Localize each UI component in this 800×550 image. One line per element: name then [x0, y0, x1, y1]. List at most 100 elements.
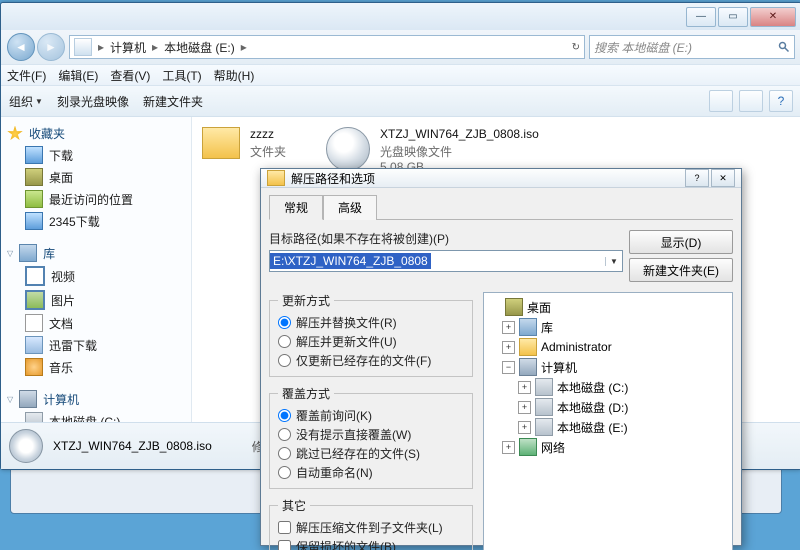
- radio-ask[interactable]: 覆盖前询问(K): [278, 406, 464, 425]
- chevron-down-icon[interactable]: ▼: [605, 257, 622, 266]
- tree-admin[interactable]: +Administrator: [488, 337, 728, 357]
- check-subfolder[interactable]: 解压压缩文件到子文件夹(L): [278, 518, 464, 537]
- search-input[interactable]: 搜索 本地磁盘 (E:): [589, 35, 795, 59]
- sidebar-item-desktop[interactable]: 桌面: [3, 166, 189, 188]
- path-input[interactable]: E:\XTZJ_WIN764_ZJB_0808 ▼: [269, 250, 623, 272]
- tab-advanced[interactable]: 高级: [323, 195, 377, 220]
- list-item[interactable]: zzzz 文件夹: [202, 127, 286, 160]
- computer-icon: [519, 358, 537, 376]
- tree-desktop[interactable]: 桌面: [488, 297, 728, 317]
- sidebar-item-music[interactable]: 音乐: [3, 356, 189, 378]
- tabs: 常规 高级: [269, 194, 733, 220]
- video-icon: [25, 266, 45, 286]
- path-label: 目标路径(如果不存在将被创建)(P): [269, 230, 623, 247]
- dialog-close-button[interactable]: ✕: [711, 169, 735, 187]
- radio-overwrite[interactable]: 没有提示直接覆盖(W): [278, 425, 464, 444]
- collapse-icon[interactable]: −: [502, 361, 515, 374]
- star-icon: [7, 126, 23, 142]
- crumb-computer[interactable]: 计算机: [110, 39, 146, 56]
- view-options-button[interactable]: [709, 90, 733, 112]
- menu-help[interactable]: 帮助(H): [214, 67, 255, 84]
- desktop-icon: [505, 298, 523, 316]
- sidebar-item-recent[interactable]: 最近访问的位置: [3, 188, 189, 210]
- display-button[interactable]: 显示(D): [629, 230, 733, 254]
- expand-icon[interactable]: +: [518, 421, 531, 434]
- help-icon[interactable]: ?: [769, 90, 793, 112]
- folder-icon: [202, 127, 240, 159]
- sidebar-item-2345[interactable]: 2345下载: [3, 210, 189, 232]
- drive-icon: [25, 412, 43, 422]
- organize-button[interactable]: 组织▼: [9, 93, 43, 110]
- library-icon: [19, 244, 37, 262]
- tree-network[interactable]: +网络: [488, 437, 728, 457]
- drive-icon: [535, 418, 553, 436]
- sidebar-item-thunder[interactable]: 迅雷下载: [3, 334, 189, 356]
- sidebar-item-video[interactable]: 视频: [3, 264, 189, 288]
- radio-rename[interactable]: 自动重命名(N): [278, 463, 464, 482]
- toolbar: 组织▼ 刻录光盘映像 新建文件夹 ?: [1, 86, 800, 116]
- tree-drive-c[interactable]: +本地磁盘 (C:): [488, 377, 728, 397]
- sidebar-item-documents[interactable]: 文档: [3, 312, 189, 334]
- menu-edit[interactable]: 编辑(E): [58, 67, 98, 84]
- window-titlebar: — ▭ ✕: [1, 3, 800, 30]
- menu-view[interactable]: 查看(V): [110, 67, 150, 84]
- expand-icon[interactable]: +: [502, 321, 515, 334]
- update-mode-group: 更新方式 解压并替换文件(R) 解压并更新文件(U) 仅更新已经存在的文件(F): [269, 292, 473, 377]
- sidebar-libraries[interactable]: ▽库: [3, 242, 189, 264]
- extract-dialog: 解压路径和选项 ? ✕ 常规 高级 目标路径(如果不存在将被创建)(P) E:\…: [260, 168, 742, 546]
- nav-forward-button[interactable]: ►: [37, 33, 65, 61]
- burn-button[interactable]: 刻录光盘映像: [57, 93, 129, 110]
- preview-pane-button[interactable]: [739, 90, 763, 112]
- menubar: 文件(F) 编辑(E) 查看(V) 工具(T) 帮助(H): [1, 64, 800, 86]
- tree-lib[interactable]: +库: [488, 317, 728, 337]
- disc-icon: [326, 127, 370, 171]
- newfolder-button[interactable]: 新建文件夹(E): [629, 258, 733, 282]
- tree-drive-d[interactable]: +本地磁盘 (D:): [488, 397, 728, 417]
- sidebar-item-downloads[interactable]: 下载: [3, 144, 189, 166]
- close-button[interactable]: ✕: [750, 7, 796, 27]
- sidebar-computer[interactable]: ▽计算机: [3, 388, 189, 410]
- radio-extract-replace[interactable]: 解压并替换文件(R): [278, 313, 464, 332]
- recent-icon: [25, 190, 43, 208]
- library-icon: [519, 318, 537, 336]
- user-icon: [519, 338, 537, 356]
- radio-freshen[interactable]: 仅更新已经存在的文件(F): [278, 351, 464, 370]
- newfolder-button[interactable]: 新建文件夹: [143, 93, 203, 110]
- expand-icon[interactable]: +: [518, 401, 531, 414]
- status-filename: XTZJ_WIN764_ZJB_0808.iso: [53, 439, 212, 453]
- folder-tree[interactable]: 桌面 +库 +Administrator −计算机 +本地磁盘 (C:) +本地…: [483, 292, 733, 550]
- thunder-icon: [25, 336, 43, 354]
- list-item[interactable]: XTZJ_WIN764_ZJB_0808.iso 光盘映像文件 5.08 GB: [326, 127, 539, 174]
- tree-drive-e[interactable]: +本地磁盘 (E:): [488, 417, 728, 437]
- dialog-titlebar[interactable]: 解压路径和选项 ? ✕: [261, 169, 741, 188]
- sidebar-item-drive-c[interactable]: 本地磁盘 (C:): [3, 410, 189, 422]
- expand-icon[interactable]: +: [518, 381, 531, 394]
- sidebar-item-pictures[interactable]: 图片: [3, 288, 189, 312]
- menu-tools[interactable]: 工具(T): [162, 67, 201, 84]
- radio-extract-update[interactable]: 解压并更新文件(U): [278, 332, 464, 351]
- expand-icon[interactable]: +: [502, 441, 515, 454]
- sidebar-favorites[interactable]: 收藏夹: [3, 123, 189, 144]
- radio-skip[interactable]: 跳过已经存在的文件(S): [278, 444, 464, 463]
- nav-back-button[interactable]: ◄: [7, 33, 35, 61]
- dialog-help-button[interactable]: ?: [685, 169, 709, 187]
- dialog-title: 解压路径和选项: [291, 170, 375, 187]
- minimize-button[interactable]: —: [686, 7, 716, 27]
- breadcrumb[interactable]: ▸ 计算机 ▸ 本地磁盘 (E:) ▸ ↻: [69, 35, 585, 59]
- network-icon: [519, 438, 537, 456]
- menu-file[interactable]: 文件(F): [7, 67, 46, 84]
- picture-icon: [25, 290, 45, 310]
- refresh-icon[interactable]: ↻: [572, 42, 580, 53]
- expand-icon[interactable]: +: [502, 341, 515, 354]
- check-keep-broken[interactable]: 保留损坏的文件(B): [278, 537, 464, 550]
- maximize-button[interactable]: ▭: [718, 7, 748, 27]
- drive-icon: [74, 38, 92, 56]
- crumb-drive[interactable]: 本地磁盘 (E:): [164, 39, 235, 56]
- drive-icon: [535, 378, 553, 396]
- sidebar: 收藏夹 下载 桌面 最近访问的位置 2345下载 ▽库 视频 图片 文档 迅雷下…: [1, 117, 192, 422]
- tree-computer[interactable]: −计算机: [488, 357, 728, 377]
- misc-group: 其它 解压压缩文件到子文件夹(L) 保留损坏的文件(B) 在资源管理器中显示文件…: [269, 497, 473, 550]
- tab-general[interactable]: 常规: [269, 195, 323, 220]
- desktop-icon: [25, 168, 43, 186]
- disc-icon: [9, 429, 43, 463]
